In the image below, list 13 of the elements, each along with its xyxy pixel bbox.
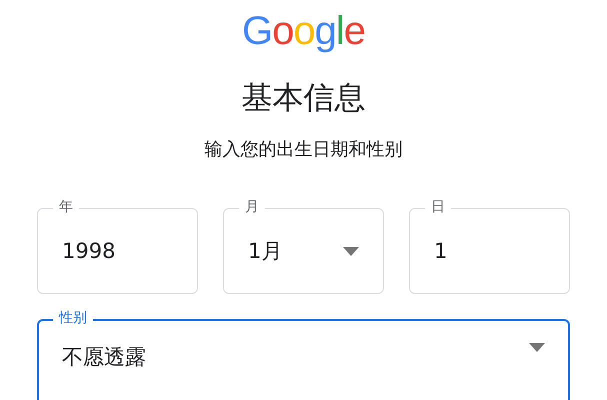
field-label: 性别	[53, 309, 93, 327]
page-title: 基本信息	[242, 79, 366, 118]
logo: Google	[242, 8, 365, 54]
field-value: 1	[434, 238, 448, 265]
subtitle: 输入您的出生日期和性别	[204, 138, 402, 162]
field-value: 不愿透露	[62, 344, 146, 371]
field-label: 月	[239, 198, 265, 216]
field-value: 1998	[62, 238, 116, 265]
field-label: 年	[53, 198, 79, 216]
dropdown-caret-icon	[529, 343, 545, 352]
field-label: 日	[425, 198, 451, 216]
field-value: 1月	[248, 238, 282, 265]
dropdown-caret-icon	[343, 246, 359, 256]
